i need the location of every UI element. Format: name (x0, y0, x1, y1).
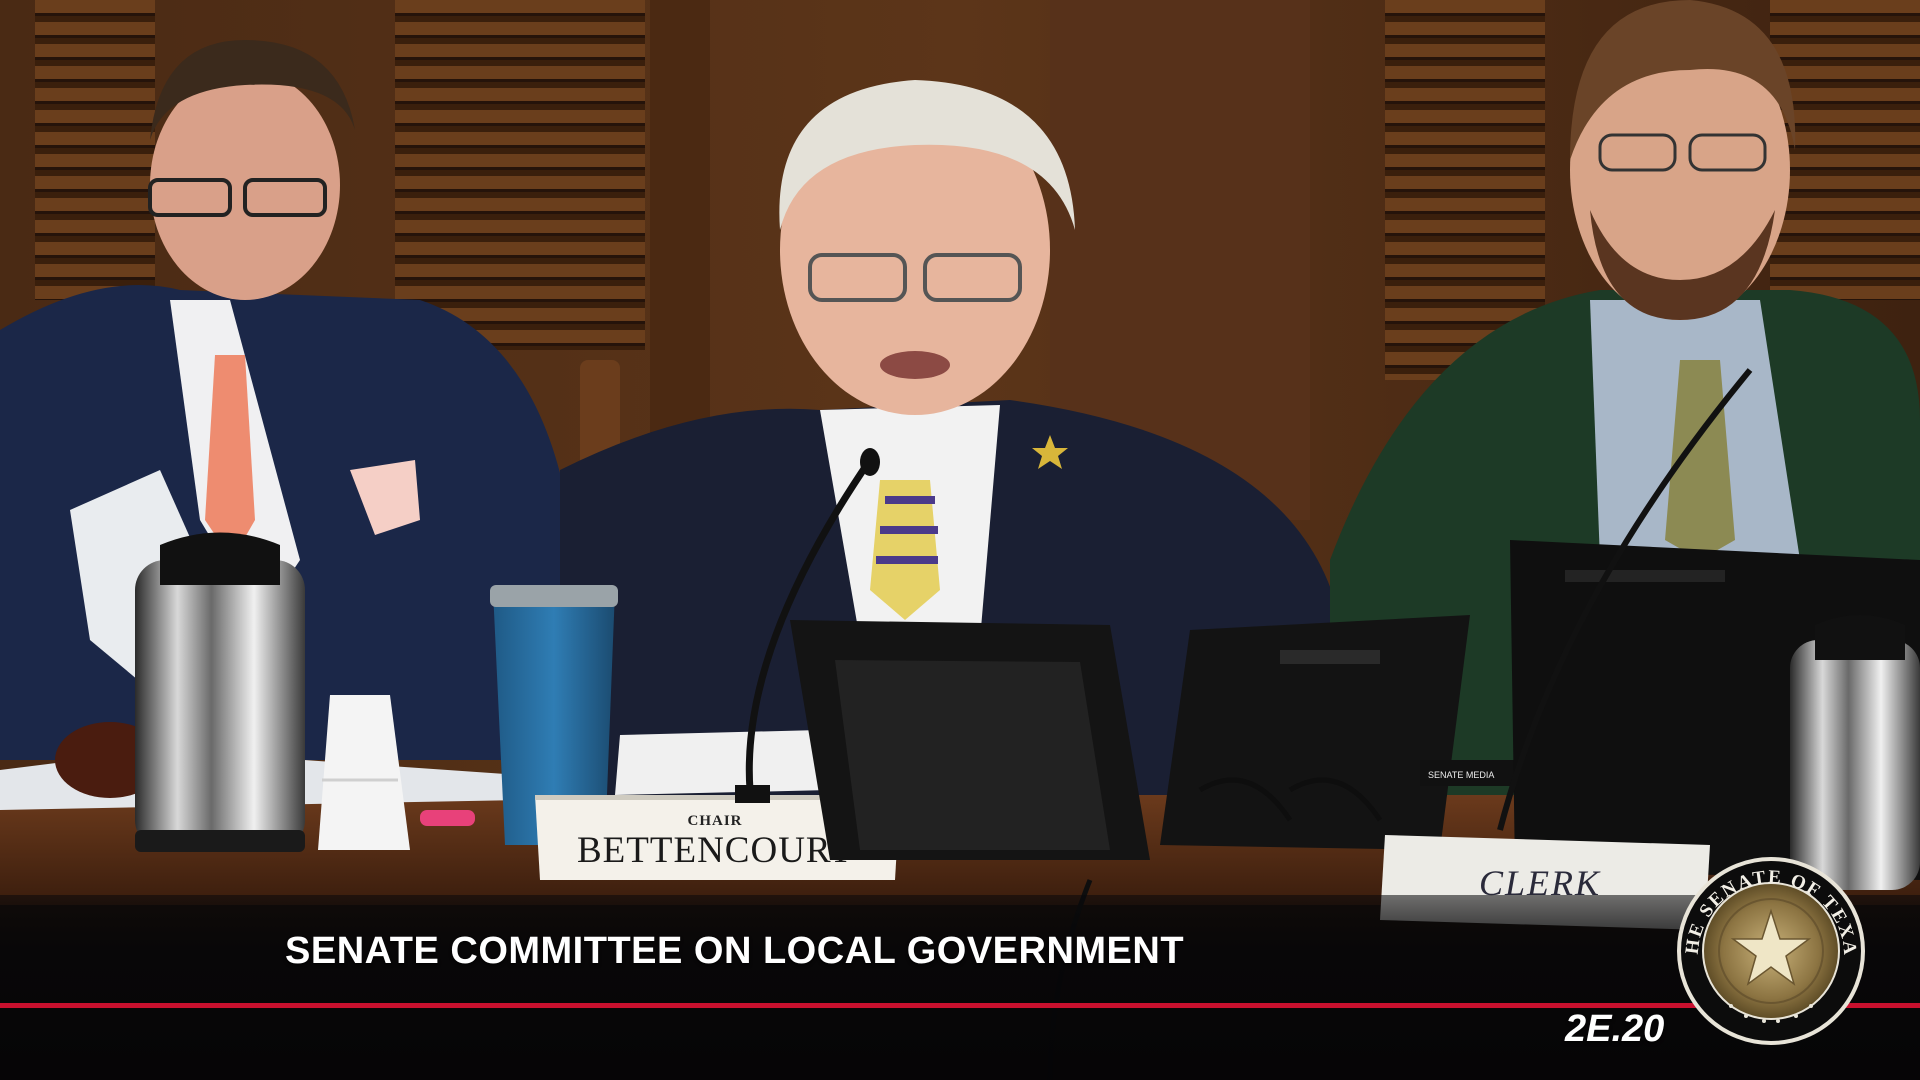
senate-media-device: SENATE MEDIA (1420, 760, 1525, 786)
desk-papers-center (615, 730, 830, 795)
nameplate-chair-label: CHAIR (687, 813, 742, 829)
thermos-left (135, 532, 305, 852)
monitor-center (790, 620, 1150, 860)
louvered-shutter-far-right (1770, 0, 1920, 300)
lower-third-banner (0, 895, 1920, 1080)
louvered-shutter-left (35, 0, 155, 300)
senate-media-label: SENATE MEDIA (1428, 770, 1494, 780)
louvered-shutter-center-left (395, 0, 645, 350)
tablet-right (1160, 615, 1470, 850)
thermos-right (1790, 615, 1920, 890)
senate-of-texas-seal-icon: THE SENATE OF TEXAS (1676, 856, 1865, 1045)
banner-title: SENATE COMMITTEE ON LOCAL GOVERNMENT (285, 930, 1185, 972)
bill-number: 2E.20 (1565, 1008, 1665, 1050)
nameplate-chair-name: BETTENCOURT (577, 830, 853, 871)
highlighter (420, 810, 475, 826)
